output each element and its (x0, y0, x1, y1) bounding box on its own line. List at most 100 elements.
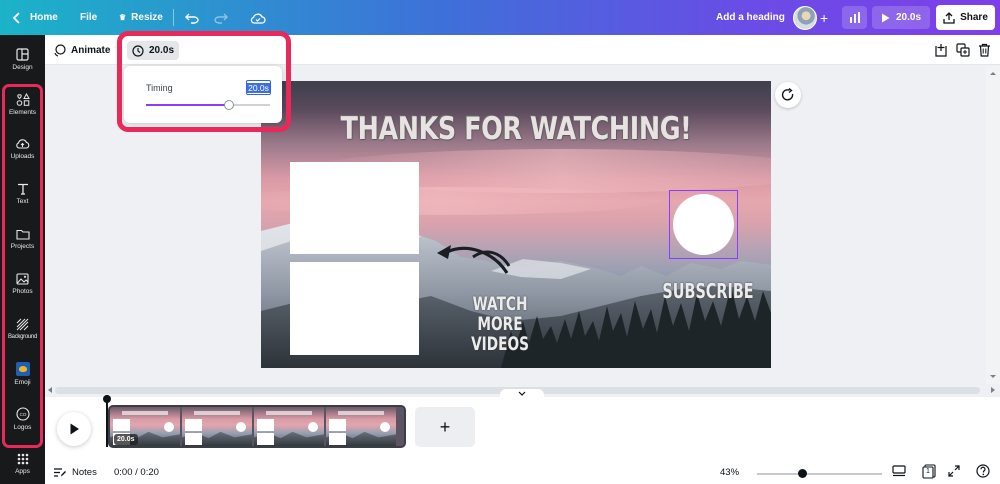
sidebar-item-label: Emoji (14, 379, 31, 386)
page-clip[interactable]: 20.0s (108, 405, 406, 448)
playhead-handle[interactable] (103, 395, 111, 403)
zoom-slider[interactable] (757, 469, 882, 478)
sidebar-item-emoji[interactable]: Emoji (0, 354, 45, 394)
video-placeholder[interactable] (290, 262, 419, 355)
scroll-down-icon (990, 375, 996, 378)
scroll-left-icon (48, 387, 52, 393)
cloud-upload-icon (16, 139, 30, 149)
watch-more-line: WATCH MORE (472, 293, 528, 335)
delete-page-button[interactable] (978, 43, 991, 62)
timing-button[interactable]: 20.0s (127, 41, 179, 60)
watch-more-text[interactable]: WATCH MORE VIDEOS (460, 294, 539, 354)
subscribe-button-selection[interactable] (669, 190, 738, 259)
crown-icon: ♛ (119, 13, 127, 22)
grid-view-button[interactable] (892, 465, 906, 480)
trash-icon (979, 43, 990, 57)
sidebar-item-label: Uploads (10, 153, 35, 160)
sidebar-item-projects[interactable]: Projects (0, 219, 45, 259)
insights-button[interactable] (842, 6, 867, 29)
add-page-button[interactable]: + (415, 407, 475, 447)
timing-input-value: 20.0s (247, 82, 270, 93)
share-button[interactable]: Share (936, 5, 995, 30)
divider (173, 9, 174, 26)
video-placeholder[interactable] (290, 162, 419, 254)
expand-icon (948, 465, 960, 477)
plus-icon: + (439, 416, 451, 437)
file-menu-button[interactable]: File (80, 0, 97, 35)
heading-label: Add a heading (716, 12, 785, 23)
plus-icon: + (820, 9, 829, 26)
clip-duration-badge: 20.0s (114, 434, 138, 445)
bottom-bar: Notes 0:00 / 0:20 43% 1 (45, 460, 1000, 484)
add-page-icon-button[interactable] (934, 43, 948, 62)
timeline: 20.0s + (45, 395, 1000, 460)
add-page-icon (935, 44, 947, 57)
home-button[interactable]: Home (12, 0, 58, 35)
shapes-icon (16, 92, 30, 106)
sidebar-item-label: Text (16, 198, 29, 205)
cloud-save-button[interactable] (250, 0, 266, 35)
undo-button[interactable] (185, 0, 199, 35)
redo-button[interactable] (214, 0, 228, 35)
image-icon (16, 273, 29, 285)
help-button[interactable] (976, 464, 990, 481)
add-heading-button[interactable]: Add a heading (716, 0, 785, 35)
play-icon (881, 13, 890, 22)
sidebar-item-label: Apps (15, 468, 30, 475)
subscribe-circle-placeholder[interactable] (673, 194, 734, 255)
sidebar-item-label: Logos (13, 424, 32, 431)
sidebar-item-label: Projects (10, 242, 35, 250)
timing-label: Timing (146, 83, 173, 93)
resize-label: Resize (131, 12, 163, 23)
timeline-play-button[interactable] (57, 412, 91, 446)
present-play-button[interactable]: 20.0s (872, 6, 930, 29)
sidebar-item-elements[interactable]: Elements (0, 84, 45, 124)
time-readout: 0:00 / 0:20 (114, 466, 159, 478)
text-icon (17, 183, 28, 195)
left-sidebar: Design Elements Uploads Text Projects Ph… (0, 35, 45, 484)
scroll-up-icon (990, 72, 996, 75)
sidebar-item-apps[interactable]: Apps (0, 444, 45, 484)
play-duration: 20.0s (895, 12, 922, 23)
timing-input[interactable]: 20.0s (246, 80, 271, 95)
videos-line: VIDEOS (471, 333, 529, 355)
clock-icon (132, 44, 144, 57)
scroll-right-icon (991, 387, 995, 393)
notes-label: Notes (72, 466, 97, 478)
vertical-scrollbar[interactable] (986, 66, 1000, 384)
refresh-button[interactable] (775, 82, 801, 108)
avatar[interactable] (793, 6, 817, 30)
clip-thumbnail (182, 407, 252, 446)
share-upload-icon (943, 11, 955, 24)
apps-grid-icon (17, 453, 28, 465)
sidebar-item-uploads[interactable]: Uploads (0, 129, 45, 169)
notes-button[interactable]: Notes (53, 460, 97, 484)
zoom-percentage[interactable]: 43% (720, 460, 739, 484)
duplicate-icon (956, 43, 970, 57)
add-collaborator-button[interactable]: + (820, 0, 828, 35)
timing-value: 20.0s (148, 45, 175, 56)
animate-button[interactable]: Animate (53, 35, 110, 65)
resize-button[interactable]: ♛ Resize (119, 0, 163, 35)
sidebar-item-label: Photos (12, 288, 33, 295)
timing-slider-thumb[interactable] (224, 100, 235, 110)
page-count-button[interactable]: 1 (922, 464, 936, 482)
help-icon (976, 464, 990, 478)
sidebar-item-label: Design (12, 63, 33, 71)
sidebar-item-logos[interactable]: CO Logos (0, 399, 45, 439)
background-pattern-icon (16, 318, 29, 331)
page-title[interactable]: THANKS FOR WATCHING! (307, 111, 725, 147)
undo-icon (185, 13, 199, 24)
zoom-slider-thumb[interactable] (798, 469, 807, 478)
sidebar-item-photos[interactable]: Photos (0, 264, 45, 304)
subscribe-text[interactable]: SUBSCRIBE (662, 279, 753, 303)
sidebar-item-text[interactable]: Text (0, 174, 45, 214)
timing-slider[interactable] (146, 100, 270, 110)
duplicate-page-button[interactable] (956, 43, 970, 62)
sidebar-item-background[interactable]: Background (0, 309, 45, 349)
sidebar-item-design[interactable]: Design (0, 39, 45, 79)
design-page[interactable]: THANKS FOR WATCHING! WATCH MORE VIDEOS S… (261, 81, 771, 368)
share-label: Share (960, 12, 988, 23)
fullscreen-button[interactable] (948, 465, 960, 480)
logo-icon: CO (15, 407, 30, 421)
